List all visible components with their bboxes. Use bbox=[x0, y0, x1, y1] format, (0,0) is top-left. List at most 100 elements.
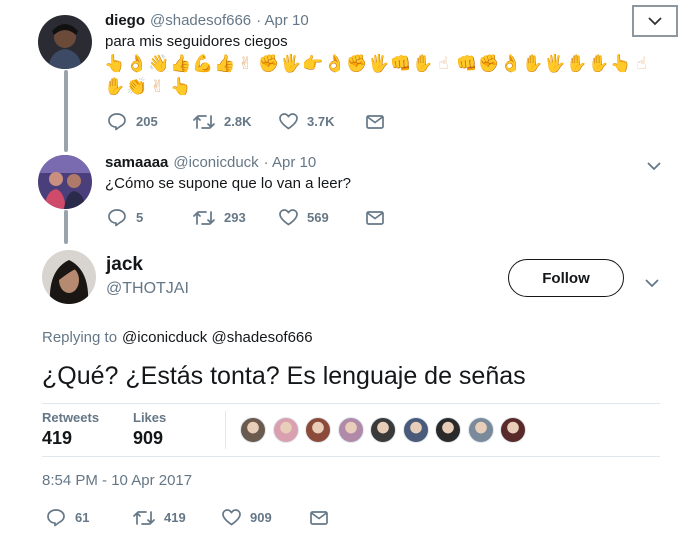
tweet-date[interactable]: · Apr 10 bbox=[264, 154, 317, 171]
likes-label[interactable]: Likes bbox=[133, 410, 166, 425]
tweet-menu-button[interactable] bbox=[647, 158, 661, 176]
user-handle[interactable]: @shadesof666 bbox=[150, 12, 251, 29]
retweet-icon bbox=[193, 210, 215, 225]
message-button[interactable] bbox=[366, 114, 384, 129]
avatar[interactable] bbox=[38, 15, 92, 69]
reply-button[interactable]: 205 bbox=[107, 112, 193, 131]
tweet-menu-button[interactable] bbox=[632, 5, 678, 37]
retweet-icon bbox=[133, 510, 155, 525]
replying-label: Replying to bbox=[42, 329, 118, 346]
display-name[interactable]: jack bbox=[106, 254, 143, 276]
retweets-stat[interactable]: 419 bbox=[42, 428, 72, 449]
liker-avatar[interactable] bbox=[337, 417, 364, 443]
hand-emoji: ✊ bbox=[346, 54, 368, 74]
reply-button[interactable]: 61 bbox=[46, 508, 133, 527]
hand-emoji: ✋ bbox=[412, 54, 434, 74]
chevron-down-icon bbox=[645, 279, 659, 288]
like-count: 3.7K bbox=[307, 114, 335, 129]
retweet-button[interactable]: 293 bbox=[193, 210, 279, 226]
tweet-text: para mis seguidores ciegos bbox=[105, 33, 288, 50]
hand-emoji: 👌 bbox=[500, 54, 522, 74]
chevron-down-icon bbox=[647, 162, 661, 171]
heart-icon bbox=[279, 113, 298, 130]
retweet-count: 419 bbox=[164, 510, 186, 525]
hand-emoji: ✌ bbox=[238, 54, 253, 74]
envelope-icon bbox=[366, 114, 384, 129]
reply-count: 205 bbox=[136, 114, 158, 129]
hand-emoji: 🖐 bbox=[368, 54, 390, 74]
hand-emoji: 👆 bbox=[170, 77, 192, 97]
tweet-actions: 61 419 909 bbox=[46, 508, 328, 527]
reply-button[interactable]: 5 bbox=[107, 208, 193, 227]
reply-icon bbox=[108, 209, 126, 227]
hand-emoji: 👆 bbox=[104, 54, 126, 74]
tweet-header: samaaaa @iconicduck · Apr 10 bbox=[105, 154, 316, 171]
message-button[interactable] bbox=[366, 210, 384, 225]
retweet-button[interactable]: 419 bbox=[133, 510, 222, 526]
like-button[interactable]: 569 bbox=[279, 209, 366, 226]
display-name[interactable]: diego bbox=[105, 12, 145, 29]
like-count: 909 bbox=[250, 510, 272, 525]
liker-avatar[interactable] bbox=[467, 417, 494, 443]
avatar[interactable] bbox=[38, 155, 92, 209]
follow-button[interactable]: Follow bbox=[508, 259, 624, 297]
reply-icon bbox=[108, 113, 126, 131]
hand-emoji: ✊ bbox=[478, 54, 500, 74]
hand-emoji: 👆 bbox=[610, 54, 632, 74]
hand-emoji: 💪 bbox=[192, 54, 214, 74]
like-button[interactable]: 909 bbox=[222, 509, 310, 526]
hand-emoji: 👍 bbox=[170, 54, 192, 74]
tweet-timestamp[interactable]: 8:54 PM - 10 Apr 2017 bbox=[42, 472, 192, 489]
divider bbox=[42, 456, 660, 457]
liker-avatar[interactable] bbox=[500, 417, 526, 443]
emoji-sequence: 👆 👌 👋 👍 💪 👍 ✌ ✊ 🖐 👉 👌 ✊ 🖐 👊 ✋ ☝ 👊 ✊ 👌 ✋ 🖐 ✋ ✋ 👆 ☝ bbox=[104, 53, 651, 75]
liker-avatar[interactable] bbox=[370, 417, 396, 443]
chevron-down-icon bbox=[648, 16, 662, 25]
divider bbox=[42, 403, 660, 404]
tweet-date[interactable]: · Apr 10 bbox=[256, 12, 309, 29]
user-handle[interactable]: @THOTJAI bbox=[106, 280, 189, 298]
liker-avatar[interactable] bbox=[272, 417, 299, 443]
heart-icon bbox=[222, 509, 241, 526]
hand-emoji: 👏 bbox=[126, 77, 148, 97]
replying-handles[interactable]: @iconicduck @shadesof666 bbox=[122, 329, 313, 346]
divider bbox=[225, 411, 226, 449]
like-count: 569 bbox=[307, 210, 329, 225]
message-button[interactable] bbox=[310, 510, 328, 525]
tweet-actions: 205 2.8K 3.7K bbox=[107, 112, 384, 131]
likes-stat[interactable]: 909 bbox=[133, 428, 163, 449]
avatar[interactable] bbox=[42, 250, 96, 304]
retweet-button[interactable]: 2.8K bbox=[193, 114, 279, 130]
liker-avatar[interactable] bbox=[402, 417, 429, 443]
hand-emoji: ✋ bbox=[588, 54, 610, 74]
liker-avatar[interactable] bbox=[240, 417, 266, 443]
hand-emoji: ✌ bbox=[150, 77, 165, 97]
hand-emoji: ☝ bbox=[438, 54, 449, 74]
hand-emoji: ✊ bbox=[258, 54, 280, 74]
emoji-sequence: ✋ 👏 ✌ 👆 bbox=[104, 76, 192, 98]
thread-connector bbox=[64, 210, 68, 244]
hand-emoji: 👊 bbox=[456, 54, 478, 74]
like-button[interactable]: 3.7K bbox=[279, 113, 366, 130]
hand-emoji: 👍 bbox=[214, 54, 236, 74]
envelope-icon bbox=[366, 210, 384, 225]
hand-emoji: 🖐 bbox=[280, 54, 302, 74]
hand-emoji: 👊 bbox=[390, 54, 412, 74]
tweet-text: ¿Qué? ¿Estás tonta? Es lenguaje de señas bbox=[42, 362, 526, 390]
tweet-text: ¿Cómo se supone que lo van a leer? bbox=[105, 175, 351, 192]
hand-emoji: ✋ bbox=[566, 54, 588, 74]
hand-emoji: 👉 bbox=[302, 54, 324, 74]
hand-emoji: 👌 bbox=[126, 54, 148, 74]
display-name[interactable]: samaaaa bbox=[105, 154, 168, 171]
retweet-count: 2.8K bbox=[224, 114, 252, 129]
replying-to: Replying to @iconicduck @shadesof666 bbox=[42, 329, 313, 346]
hand-emoji: 🖐 bbox=[544, 54, 566, 74]
user-name-block: jack bbox=[106, 254, 143, 276]
hand-emoji: ☝ bbox=[636, 54, 647, 74]
liker-avatar[interactable] bbox=[435, 417, 461, 443]
retweets-label[interactable]: Retweets bbox=[42, 410, 99, 425]
user-handle[interactable]: @iconicduck bbox=[173, 154, 258, 171]
liker-avatar[interactable] bbox=[305, 417, 331, 443]
tweet-menu-button[interactable] bbox=[645, 275, 659, 293]
hand-emoji: ✋ bbox=[522, 54, 544, 74]
